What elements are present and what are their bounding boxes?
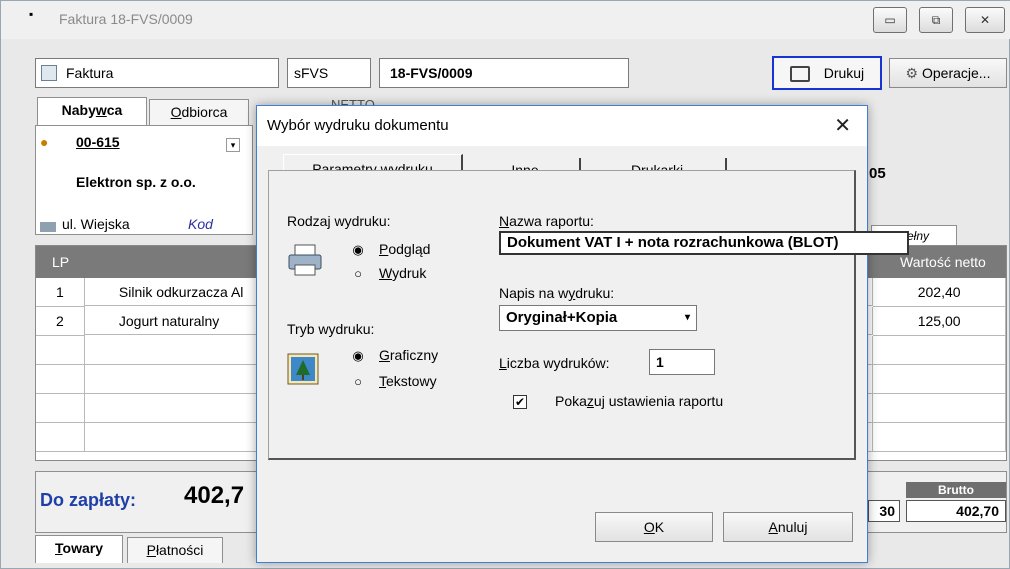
cell-lp: 1: [36, 278, 85, 307]
address-icon: [40, 222, 56, 232]
print-label: Drukuj: [823, 65, 865, 81]
dialog-close-icon[interactable]: ✕: [834, 112, 851, 140]
minimize-button[interactable]: ▭: [873, 7, 907, 33]
brutto-label: Brutto: [906, 482, 1006, 498]
tab-odbiorca[interactable]: Odbiorca: [149, 99, 249, 125]
operations-button[interactable]: ⚙ Operacje...: [889, 58, 1007, 88]
doc-type-value: Faktura: [66, 65, 114, 81]
printer-icon: [287, 243, 323, 277]
doc-number-value: 18-FVS/0009: [390, 65, 473, 81]
caption-label: Napis na wydruku:: [499, 285, 615, 301]
radio-tekstowy[interactable]: ○: [351, 375, 365, 389]
column-net-value: Wartość netto: [900, 254, 986, 270]
cell-net: 125,00: [873, 307, 1006, 336]
doc-type-field[interactable]: Faktura: [35, 58, 279, 88]
close-button[interactable]: ✕: [965, 7, 1005, 33]
operations-label: Operacje...: [921, 65, 991, 81]
ok-label: OK: [643, 519, 665, 535]
person-icon: ●: [40, 134, 49, 150]
report-name-label: Nazwa raportu:: [499, 213, 594, 229]
cancel-button[interactable]: Anuluj: [723, 512, 853, 542]
picture-icon: [287, 353, 319, 385]
print-button[interactable]: Drukuj: [772, 56, 882, 90]
tab-towary[interactable]: Towary: [35, 535, 123, 563]
radio-wydruk-label[interactable]: Wydruk: [379, 265, 426, 281]
series-value: sFVS: [294, 65, 329, 81]
close-icon: ✕: [979, 13, 991, 27]
minimize-icon: ▭: [884, 13, 896, 27]
caption-select-value: Oryginał+Kopia: [506, 309, 618, 326]
buyer-code[interactable]: 00-615: [76, 134, 120, 150]
copies-label: Liczba wydruków:: [499, 355, 610, 371]
cell-net: 202,40: [873, 278, 1006, 307]
dialog-title: Wybór wydruku dokumentu: [267, 117, 449, 134]
chevron-down-icon: ▾: [684, 312, 690, 323]
tab-nabywca[interactable]: Nabywca: [37, 97, 147, 125]
tab-odbiorca-label: Odbiorca: [170, 104, 228, 120]
document-icon: [41, 65, 57, 81]
report-name-field[interactable]: Dokument VAT I + nota rozrachunkowa (BLO…: [499, 231, 909, 255]
buyer-panel: ● 00-615 ▾ Elektron sp. z o.o. ul. Wiejs…: [35, 125, 253, 235]
maximize-icon: ⧉: [931, 13, 941, 27]
tab-platnosci[interactable]: Płatności: [127, 537, 223, 563]
print-dialog: Wybór wydruku dokumentu ✕ Parametry wydr…: [256, 105, 909, 563]
copies-input[interactable]: 1: [649, 349, 715, 375]
series-field[interactable]: sFVS: [287, 58, 371, 88]
column-lp: LP: [52, 254, 70, 270]
dialog-title-bar: Wybór wydruku dokumentu: [257, 106, 867, 146]
cell-lp: 2: [36, 307, 85, 336]
print-kind-label: Rodzaj wydruku:: [287, 213, 391, 229]
radio-wydruk[interactable]: ○: [351, 267, 365, 281]
radio-podglad[interactable]: ◉: [351, 243, 365, 257]
mode-label: Tryb wydruku:: [287, 321, 375, 337]
radio-tekstowy-label[interactable]: Tekstowy: [379, 373, 437, 389]
gear-icon: ⚙: [905, 65, 919, 81]
buyer-kod-link[interactable]: Kod: [188, 216, 213, 232]
due-label: Do zapłaty:: [40, 490, 137, 510]
app-icon: ▪: [29, 7, 34, 21]
ok-button[interactable]: OK: [595, 512, 713, 542]
tab-nabywca-label: Nabywca: [61, 102, 123, 118]
doc-number-field[interactable]: 18-FVS/0009: [379, 58, 629, 88]
printer-icon: [789, 66, 810, 83]
title-bar: ▪ Faktura 18-FVS/0009 ▭ ⧉ ✕: [1, 1, 1010, 39]
buyer-number-suffix: 05: [869, 165, 886, 182]
radio-graficzny[interactable]: ◉: [351, 349, 365, 363]
params-panel: Rodzaj wydruku: ◉ Podgląd ○ Wydruk Tryb …: [268, 170, 909, 460]
show-settings-label[interactable]: Pokazuj ustawienia raportu: [555, 393, 723, 409]
window-title: Faktura 18-FVS/0009: [59, 11, 193, 27]
tab-platnosci-label: Płatności: [146, 542, 204, 558]
cancel-label: Anuluj: [768, 519, 808, 535]
radio-podglad-label[interactable]: Podgląd: [379, 241, 430, 257]
radio-graficzny-label[interactable]: Graficzny: [379, 347, 438, 363]
brutto-value: 402,70: [906, 500, 1006, 522]
buyer-name: Elektron sp. z o.o.: [76, 174, 196, 190]
maximize-button[interactable]: ⧉: [919, 7, 953, 33]
total-partial-value: 30: [868, 500, 900, 522]
due-value: 402,7: [184, 482, 245, 509]
chevron-down-icon[interactable]: ▾: [226, 138, 240, 152]
show-settings-checkbox[interactable]: ✔: [513, 395, 527, 409]
tab-towary-label: Towary: [55, 540, 103, 556]
buyer-street: ul. Wiejska: [62, 216, 130, 232]
caption-select[interactable]: Oryginał+Kopia ▾: [499, 305, 697, 331]
